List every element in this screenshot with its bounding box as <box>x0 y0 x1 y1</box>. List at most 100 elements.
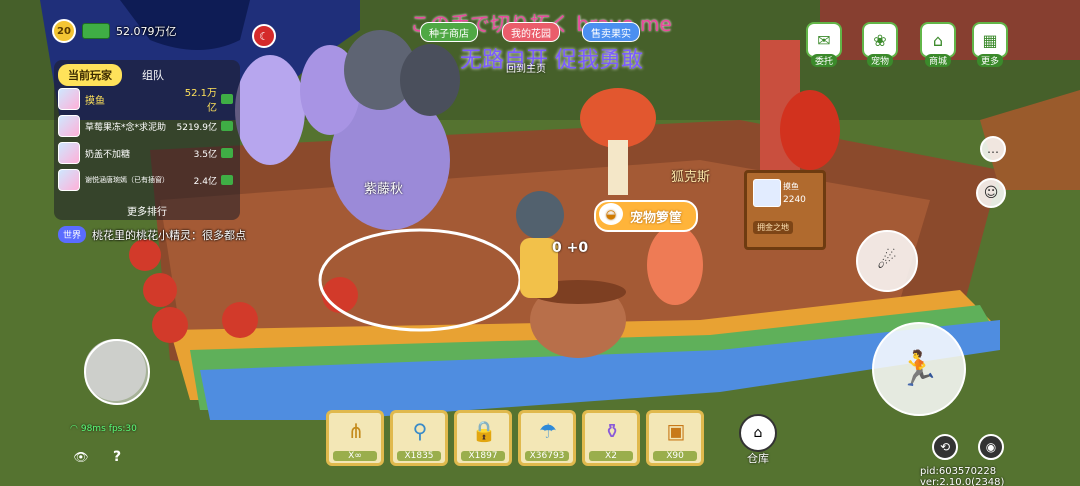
event-button[interactable]: ☾ <box>252 24 276 48</box>
cash-icon <box>221 175 233 185</box>
item-count: X1897 <box>461 451 505 461</box>
fps-value: fps:30 <box>108 424 137 434</box>
drop-counter: 0 +0 <box>552 240 589 256</box>
item-count: X∞ <box>333 451 377 461</box>
movement-joystick[interactable] <box>84 339 150 405</box>
hotbar-slot[interactable]: ⋔ X∞ <box>326 410 384 466</box>
tab-current-players[interactable]: 当前玩家 <box>58 64 122 86</box>
network-status: ◠ 98ms fps:30 <box>70 424 137 434</box>
rank-player-name: 谢悦涵唐琬嫣（已有插窗） <box>85 176 169 184</box>
sell-fruit-button[interactable]: 售卖果实 <box>582 22 640 42</box>
throw-button[interactable]: ☄ <box>856 230 918 292</box>
magnifier-icon: ⚲ <box>412 419 428 443</box>
plant-name-label: 紫藤秋 <box>364 182 404 197</box>
item-count: X36793 <box>525 451 569 461</box>
game-viewport[interactable]: 紫藤秋 狐克斯 0 +0 ◒ 宠物箩筐 摸鱼 2240 拥金之地 この手で切り拓… <box>0 0 1080 486</box>
tab-team[interactable]: 组队 <box>130 64 176 86</box>
commission-button[interactable]: ✉ 委托 <box>806 22 842 67</box>
currency-bar: 20 52.079万亿 <box>52 19 177 43</box>
player-leaderboard: 当前玩家 组队 摸鱼 52.1万亿 草莓果冻*念*求泥助 5219.9亿 奶盖不… <box>54 60 240 220</box>
shop-icon: ⌂ <box>920 22 956 58</box>
jump-button[interactable]: 🏃 <box>872 322 966 416</box>
wifi-icon: ◠ <box>70 424 78 434</box>
camera-rotate-button[interactable]: ⟲ <box>932 434 958 460</box>
pet-basket-button[interactable]: ◒ 宠物箩筐 <box>594 200 699 232</box>
level-badge: 20 <box>52 19 76 43</box>
back-home-label: 回到主页 <box>506 64 546 75</box>
avatar <box>58 88 80 110</box>
world-chat[interactable]: 世界 桃花里的桃花小精灵：很多都点 <box>58 226 246 243</box>
chat-bubble-icon: … <box>987 142 999 156</box>
help-icon: ? <box>112 449 122 465</box>
npc-name-label: 狐克斯 <box>671 170 711 185</box>
hotbar-slot[interactable]: 🔒 X1897 <box>454 410 512 466</box>
camera-icon: ◉ <box>985 440 997 454</box>
visibility-toggle[interactable]: 👁 <box>70 446 92 468</box>
pitchfork-icon: ⋔ <box>347 419 365 443</box>
pet-label: 宠物 <box>866 54 893 67</box>
more-icon: ▦ <box>972 22 1008 58</box>
more-ranking-button[interactable]: 更多排行 <box>54 203 240 218</box>
chat-message: 桃花里的桃花小精灵：很多都点 <box>92 228 247 242</box>
moon-icon: ☾ <box>259 29 269 43</box>
hotbar-slot[interactable]: ▣ X90 <box>646 410 704 466</box>
avatar <box>58 115 80 137</box>
cash-icon <box>221 121 233 131</box>
item-count: X90 <box>653 451 697 461</box>
garden-owner-sign[interactable]: 摸鱼 2240 拥金之地 <box>744 170 826 250</box>
rank-list: 摸鱼 52.1万亿 草莓果冻*念*求泥助 5219.9亿 奶盖不加糖 3.5亿 … <box>58 87 238 195</box>
rank-player-name: 摸鱼 <box>85 95 105 107</box>
avatar <box>58 169 80 191</box>
pet-basket-label: 宠物箩筐 <box>630 210 683 226</box>
emote-button[interactable]: ☺ <box>976 178 1006 208</box>
seed-shop-label: 种子商店 <box>429 28 469 40</box>
warehouse-button[interactable]: ⌂ 仓库 <box>736 414 780 466</box>
back-home-button[interactable]: 回到主页 <box>506 60 546 75</box>
watering-can-icon: ☂ <box>539 419 557 443</box>
hotbar-slot[interactable]: ☂ X36793 <box>518 410 576 466</box>
item-hotbar: ⋔ X∞ ⚲ X1835 🔒 X1897 ☂ X36793 ⚱ X2 ▣ X90 <box>326 410 704 466</box>
hotbar-slot[interactable]: ⚲ X1835 <box>390 410 448 466</box>
rank-player-value: 3.5亿 <box>193 149 217 160</box>
mall-label: 商城 <box>924 54 951 67</box>
build-info: pid:603570228 ver:2.10.0(2348) <box>920 466 1005 486</box>
avatar <box>58 142 80 164</box>
lyric-line-2: 无路自开 促我勇敢 <box>460 48 643 73</box>
warehouse-label: 仓库 <box>747 452 769 465</box>
rank-row[interactable]: 奶盖不加糖 3.5亿 <box>58 141 238 165</box>
cash-icon <box>82 23 110 39</box>
treasure-chest-icon: ▣ <box>666 419 686 443</box>
warehouse-icon: ⌂ <box>739 414 777 452</box>
jump-action-icon: 🏃 <box>897 349 941 389</box>
sell-fruit-label: 售卖果实 <box>591 28 631 40</box>
rank-row[interactable]: 草莓果冻*念*求泥助 5219.9亿 <box>58 114 238 138</box>
pet-icon: ❀ <box>862 22 898 58</box>
seed-shop-button[interactable]: 种子商店 <box>420 22 478 42</box>
commission-label: 委托 <box>810 54 837 67</box>
pet-button[interactable]: ❀ 宠物 <box>862 22 898 67</box>
throw-action-icon: ☄ <box>877 248 897 274</box>
coin-value: 52.079万亿 <box>116 25 177 38</box>
chat-channel-badge: 世界 <box>58 226 87 243</box>
item-count: X2 <box>589 451 633 461</box>
my-garden-label: 我的花园 <box>511 28 551 40</box>
cash-icon <box>221 94 233 104</box>
commission-icon: ✉ <box>806 22 842 58</box>
lock-icon: 🔒 <box>471 419 497 443</box>
hotbar-slot[interactable]: ⚱ X2 <box>582 410 640 466</box>
rank-row[interactable]: 谢悦涵唐琬嫣（已有插窗） 2.4亿 <box>58 168 238 192</box>
rank-row[interactable]: 摸鱼 52.1万亿 <box>58 87 238 114</box>
more-button[interactable]: ▦ 更多 <box>972 22 1008 67</box>
my-garden-button[interactable]: 我的花园 <box>502 22 560 42</box>
owner-avatar <box>753 179 781 207</box>
smiley-icon: ☺ <box>983 185 999 201</box>
sign-likes-count: 2240 <box>783 195 806 205</box>
rank-player-name: 奶盖不加糖 <box>85 149 131 160</box>
screenshot-button[interactable]: ◉ <box>978 434 1004 460</box>
eye-icon: 👁 <box>73 450 89 464</box>
chat-bubble-button[interactable]: … <box>980 136 1006 162</box>
sign-footer: 拥金之地 <box>753 221 793 234</box>
mall-button[interactable]: ⌂ 商城 <box>920 22 956 67</box>
rotate-icon: ⟲ <box>939 440 951 454</box>
help-button[interactable]: ? <box>106 446 128 468</box>
